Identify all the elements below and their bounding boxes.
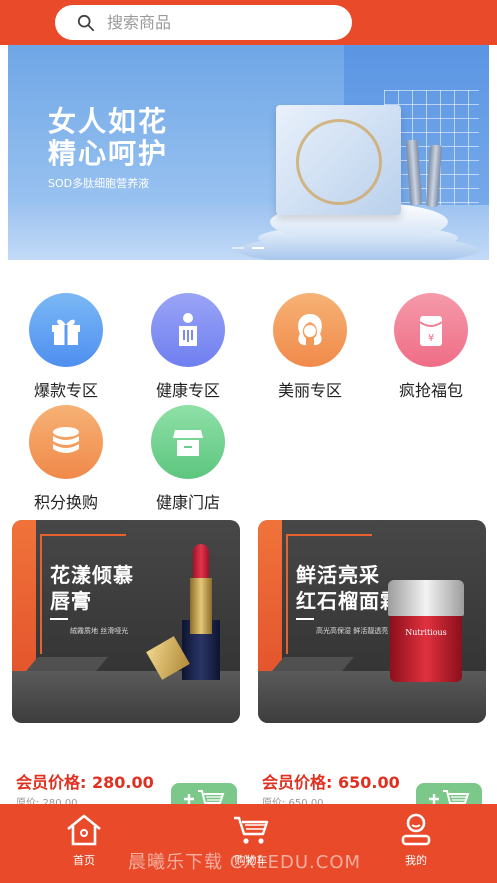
- search-input[interactable]: [107, 13, 327, 32]
- search-bar[interactable]: [55, 5, 352, 40]
- coins-icon: [29, 405, 103, 479]
- lipstick-bullet: [193, 544, 209, 578]
- store-icon: [151, 405, 225, 479]
- carousel-dot-active[interactable]: [252, 247, 264, 249]
- lipstick-image: [190, 544, 212, 634]
- category-label: 美丽专区: [277, 381, 342, 400]
- tab-label: 我的: [405, 854, 427, 867]
- category-health-store[interactable]: 健康门店: [133, 405, 243, 513]
- product-card-cream[interactable]: 鲜活亮采 红石榴面霜 高光高保湿 鲜活靓透亮 Nutritious: [258, 520, 486, 723]
- category-hot-deals[interactable]: 爆款专区: [11, 293, 121, 401]
- category-health[interactable]: 健康专区: [133, 293, 243, 401]
- lipstick-tube: [190, 578, 212, 634]
- cream-jar-label: Nutritious: [405, 628, 447, 637]
- category-label: 健康专区: [155, 381, 220, 400]
- carousel-indicator: [232, 247, 264, 249]
- svg-text:¥: ¥: [428, 333, 434, 344]
- home-icon: [67, 814, 101, 846]
- woman-face-icon: [273, 293, 347, 367]
- member-price: 会员价格: 650.00: [262, 773, 400, 792]
- member-price: 会员价格: 280.00: [16, 773, 154, 792]
- category-label: 健康门店: [155, 493, 220, 512]
- tab-profile[interactable]: 我的: [376, 812, 456, 868]
- gift-icon: [29, 293, 103, 367]
- product-title: 花漾倾慕 唇膏: [50, 563, 134, 613]
- category-label: 积分换购: [33, 493, 98, 512]
- product-card-lipstick[interactable]: 花漾倾慕 唇膏 絨霧质地 丝滑哑光: [12, 520, 240, 723]
- category-points-exchange[interactable]: 积分换购: [11, 405, 121, 513]
- header-bar: [0, 0, 497, 45]
- product-tagline: 高光高保湿 鲜活靓透亮: [316, 627, 389, 635]
- category-label: 爆款专区: [33, 381, 98, 400]
- category-label: 疯抢福包: [398, 381, 463, 400]
- category-beauty[interactable]: 美丽专区: [255, 293, 365, 401]
- body-icon: [151, 293, 225, 367]
- search-icon: [77, 14, 95, 31]
- title-underline: [296, 618, 314, 620]
- app-root: 女人如花 精心呵护 SOD多肽细胞营养液 爆款专区 健康专区 美丽专区: [0, 0, 497, 883]
- red-envelope-icon: ¥: [394, 293, 468, 367]
- carousel-dot[interactable]: [232, 247, 244, 249]
- watermark-text: 晨曦乐下载 CXLEDU.COM: [128, 852, 362, 873]
- tab-label: 首页: [73, 854, 95, 867]
- promo-banner[interactable]: 女人如花 精心呵护 SOD多肽细胞营养液: [8, 45, 489, 260]
- tab-home[interactable]: 首页: [44, 812, 124, 868]
- banner-title-line2: 精心呵护: [48, 137, 169, 170]
- product-title: 鲜活亮采 红石榴面霜: [296, 563, 401, 613]
- profile-icon: [401, 813, 431, 846]
- cart-icon: [234, 816, 269, 844]
- cream-jar-image: [390, 616, 462, 682]
- banner-subtitle: SOD多肽细胞营养液: [48, 177, 150, 190]
- product-box-image: [276, 105, 401, 215]
- cream-jar-lid-image: [388, 580, 464, 616]
- product-tagline: 絨霧质地 丝滑哑光: [70, 627, 129, 635]
- title-underline: [50, 618, 68, 620]
- category-lucky-bag[interactable]: ¥ 疯抢福包: [376, 293, 486, 401]
